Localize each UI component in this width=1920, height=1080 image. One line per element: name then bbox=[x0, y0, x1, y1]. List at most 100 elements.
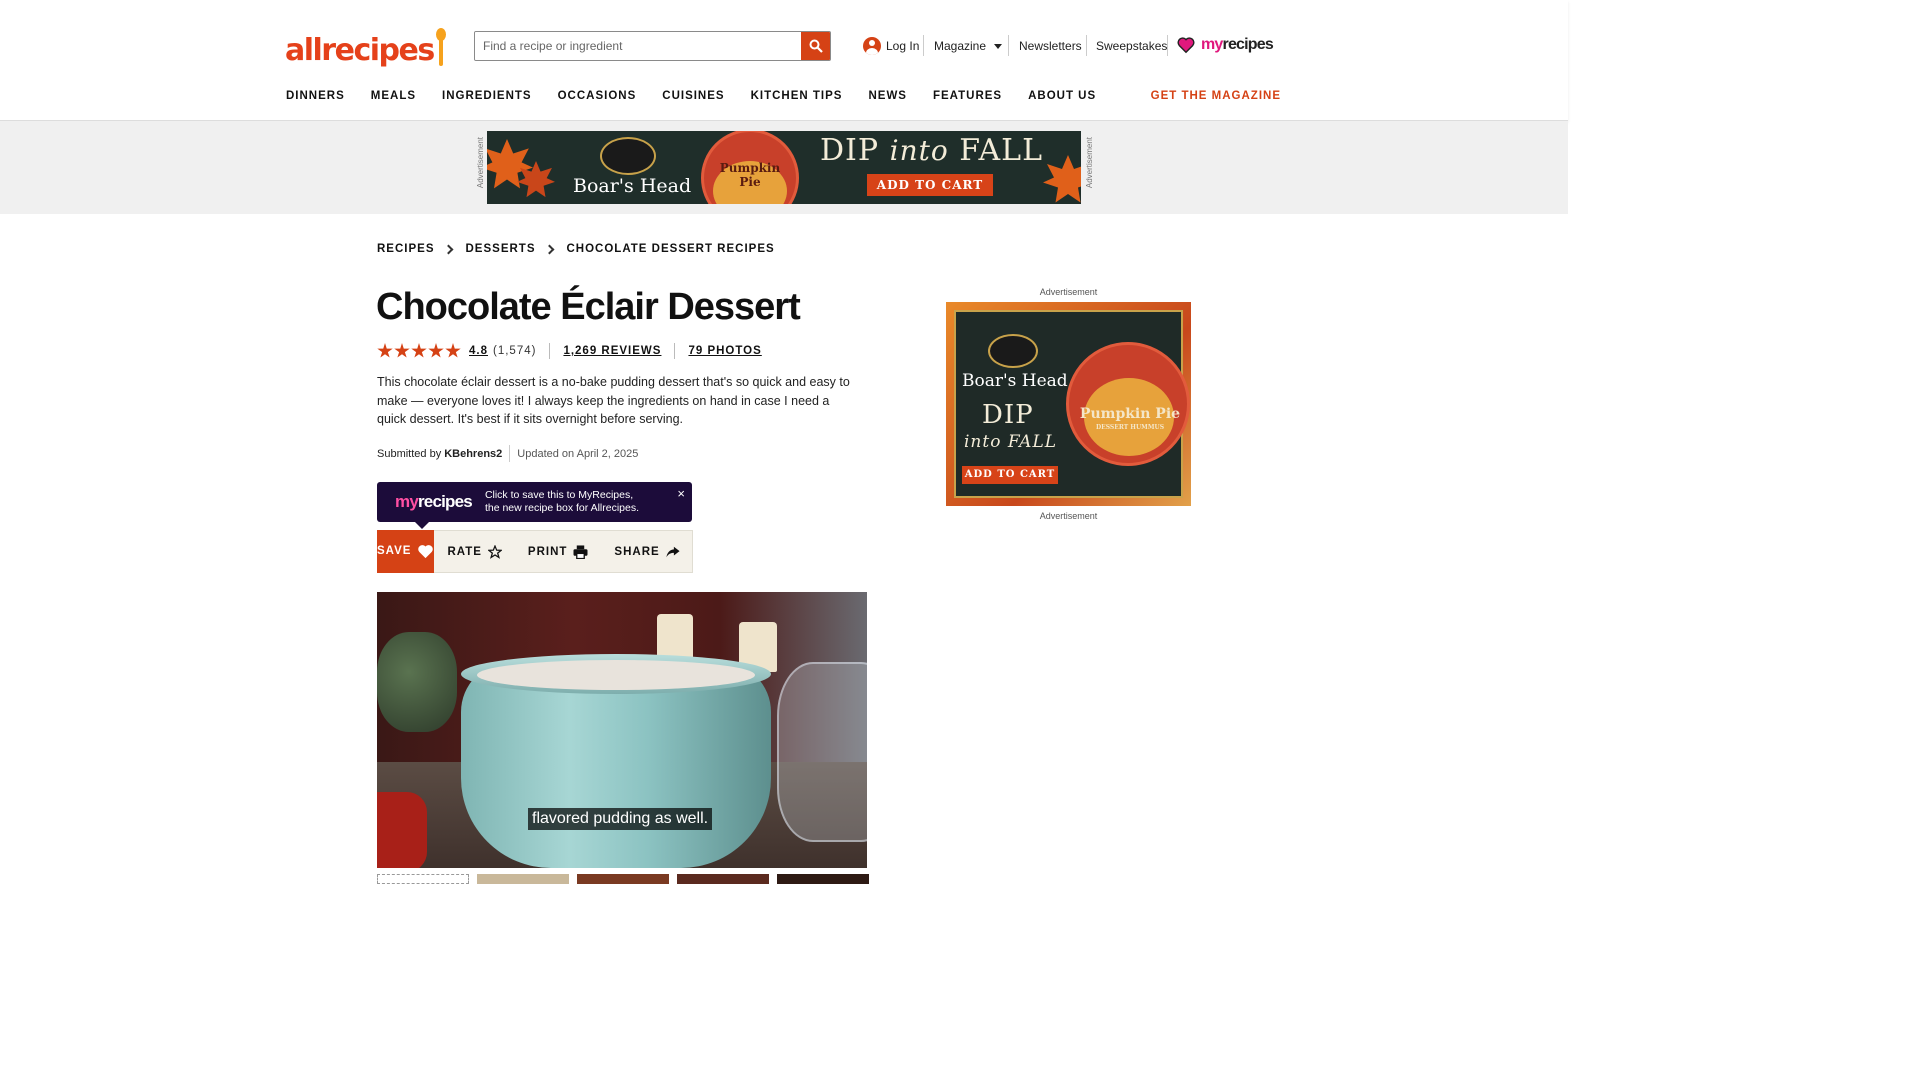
allrecipes-logo[interactable]: allrecipes bbox=[285, 26, 447, 66]
thumbnail[interactable] bbox=[477, 874, 569, 884]
user-icon bbox=[863, 37, 881, 55]
breadcrumb-chocolate-desserts[interactable]: CHOCOLATE DESSERT RECIPES bbox=[567, 243, 775, 255]
recipe-title: Chocolate Éclair Dessert bbox=[376, 286, 801, 328]
star-icon bbox=[377, 343, 393, 358]
star-icon bbox=[428, 343, 444, 358]
nav-meals[interactable]: MEALS bbox=[371, 90, 416, 102]
thumbnail[interactable] bbox=[377, 874, 469, 884]
magazine-dropdown[interactable]: Magazine bbox=[934, 36, 1003, 56]
divider bbox=[1086, 35, 1087, 56]
video-caption: flavored pudding as well. bbox=[528, 808, 713, 830]
boars-head-side-ad[interactable]: Boar's Head DIP into FALL ADD TO CART Pu… bbox=[946, 302, 1191, 506]
thumbnail[interactable] bbox=[677, 874, 769, 884]
save-button[interactable]: SAVE bbox=[377, 529, 435, 573]
boar-emblem bbox=[988, 334, 1038, 368]
reviews-link[interactable]: 1,269 REVIEWS bbox=[563, 345, 661, 357]
main-nav: DINNERS MEALS INGREDIENTS OCCASIONS CUIS… bbox=[286, 90, 1122, 102]
star-icon bbox=[411, 343, 427, 358]
nav-cuisines[interactable]: CUISINES bbox=[662, 90, 724, 102]
search-bar bbox=[474, 31, 831, 61]
recipe-actions-bar: SAVE RATE PRINT SHARE bbox=[377, 529, 693, 573]
ad-label: Advertisement bbox=[1085, 137, 1094, 189]
printer-icon bbox=[573, 544, 588, 559]
divider bbox=[549, 343, 551, 359]
nav-about-us[interactable]: ABOUT US bbox=[1028, 90, 1096, 102]
video-red-dish bbox=[377, 792, 427, 868]
breadcrumb-recipes[interactable]: RECIPES bbox=[377, 243, 435, 255]
updated-date: Updated on April 2, 2025 bbox=[517, 447, 639, 460]
banner-product: Pumpkin Pie bbox=[719, 161, 781, 189]
spoon-icon bbox=[435, 28, 447, 66]
login-link[interactable]: Log In bbox=[863, 36, 919, 56]
top-ad-band: Advertisement Advertisement Boar's Head … bbox=[0, 121, 1568, 214]
divider bbox=[509, 445, 511, 462]
nav-ingredients[interactable]: INGREDIENTS bbox=[442, 90, 532, 102]
recipe-description: This chocolate éclair dessert is a no-ba… bbox=[377, 375, 850, 426]
video-bowl-inner bbox=[477, 660, 755, 690]
nav-features[interactable]: FEATURES bbox=[933, 90, 1002, 102]
side-ad-into-fall: into FALL bbox=[964, 432, 1058, 452]
star-rating[interactable] bbox=[377, 343, 461, 359]
caret-down-icon bbox=[994, 43, 1003, 49]
submitted-by-label: Submitted by bbox=[377, 447, 442, 460]
ad-label: Advertisement bbox=[1039, 287, 1098, 297]
ad-label: Advertisement bbox=[1039, 511, 1098, 521]
author-link[interactable]: KBehrens2 bbox=[444, 448, 502, 460]
nav-dinners[interactable]: DINNERS bbox=[286, 90, 345, 102]
chevron-right-icon bbox=[443, 244, 453, 254]
video-glass-bowl bbox=[777, 662, 867, 842]
divider bbox=[1167, 35, 1168, 56]
rating-value[interactable]: 4.8 bbox=[469, 345, 488, 357]
banner-brand: Boar's Head bbox=[573, 175, 692, 197]
boars-head-banner-ad[interactable]: Boar's Head Pumpkin Pie DIP into FALL AD… bbox=[487, 131, 1081, 204]
breadcrumb-desserts[interactable]: DESSERTS bbox=[466, 243, 536, 255]
star-outline-icon bbox=[487, 544, 502, 559]
print-label: PRINT bbox=[527, 545, 568, 558]
video-plant bbox=[377, 632, 457, 732]
side-ad-product-sub: DESSERT HUMMUS bbox=[1095, 424, 1165, 431]
share-button[interactable]: SHARE bbox=[601, 546, 692, 558]
side-ad-add-to-cart[interactable]: ADD TO CART bbox=[962, 466, 1058, 484]
search-input[interactable] bbox=[475, 32, 801, 60]
myrecipes-wordmark: myrecipes bbox=[1201, 36, 1274, 53]
logo-text: allrecipes bbox=[285, 33, 435, 68]
heart-icon bbox=[1177, 37, 1195, 54]
side-ad-brand: Boar's Head bbox=[962, 371, 1068, 391]
side-ad-panel: Boar's Head DIP into FALL ADD TO CART Pu… bbox=[954, 310, 1190, 498]
chevron-right-icon bbox=[544, 244, 554, 254]
print-button[interactable]: PRINT bbox=[515, 544, 602, 559]
nav-kitchen-tips[interactable]: KITCHEN TIPS bbox=[751, 90, 843, 102]
nav-occasions[interactable]: OCCASIONS bbox=[558, 90, 637, 102]
nav-news[interactable]: NEWS bbox=[868, 90, 907, 102]
login-label: Log In bbox=[886, 39, 920, 53]
boar-emblem bbox=[600, 137, 656, 175]
ad-label: Advertisement bbox=[476, 137, 485, 189]
myrecipes-tooltip[interactable]: myrecipes Click to save this to MyRecipe… bbox=[377, 482, 692, 529]
recipe-video[interactable]: flavored pudding as well. bbox=[377, 592, 867, 868]
thumbnail[interactable] bbox=[777, 874, 869, 884]
byline: Submitted by KBehrens2 Updated on April … bbox=[377, 445, 638, 462]
maple-leaf-icon bbox=[1043, 155, 1081, 203]
thumbnail[interactable] bbox=[577, 874, 669, 884]
get-magazine-link[interactable]: GET THE MAGAZINE bbox=[1151, 90, 1281, 102]
newsletters-link[interactable]: Newsletters bbox=[1019, 36, 1082, 56]
myrecipes-link[interactable]: myrecipes bbox=[1177, 35, 1274, 55]
rating-count: (1,574) bbox=[493, 345, 537, 357]
breadcrumb: RECIPES DESSERTS CHOCOLATE DESSERT RECIP… bbox=[377, 243, 775, 255]
star-icon bbox=[445, 343, 461, 358]
close-icon[interactable]: × bbox=[677, 487, 685, 500]
save-label: SAVE bbox=[377, 545, 412, 557]
divider bbox=[1008, 35, 1009, 56]
search-button[interactable] bbox=[801, 32, 830, 60]
rate-button[interactable]: RATE bbox=[434, 544, 514, 559]
divider bbox=[923, 35, 924, 56]
heart-icon bbox=[418, 544, 434, 558]
photos-link[interactable]: 79 PHOTOS bbox=[688, 345, 761, 357]
sweepstakes-link[interactable]: Sweepstakes bbox=[1096, 36, 1167, 56]
myrecipes-tip-text: Click to save this to MyRecipes, the new … bbox=[484, 489, 640, 514]
search-icon bbox=[809, 39, 823, 53]
banner-add-to-cart[interactable]: ADD TO CART bbox=[867, 174, 993, 196]
side-ad-product: Pumpkin Pie bbox=[1079, 406, 1181, 422]
banner-headline: DIP into FALL bbox=[820, 133, 1044, 168]
rating-row: 4.8 (1,574) 1,269 REVIEWS 79 PHOTOS bbox=[377, 343, 762, 359]
